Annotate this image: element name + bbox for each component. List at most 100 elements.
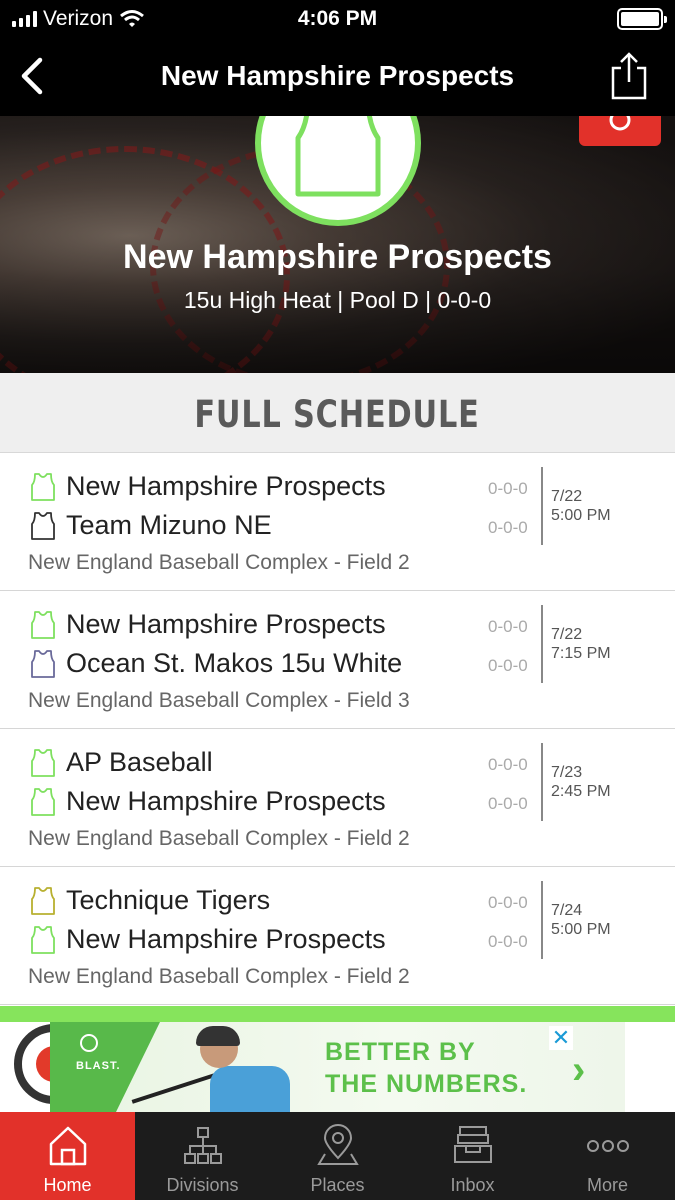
tab-inbox[interactable]: Inbox [405,1112,540,1200]
team-name: New Hampshire Prospects [66,924,386,954]
tab-bar: Home Divisions Places Inbox More [0,1112,675,1200]
back-button[interactable] [14,56,54,96]
game-venue: New England Baseball Complex - Field 2 [28,965,410,988]
game-date: 7/24 [551,902,583,919]
battery-icon [617,8,667,30]
game-time: 2:45 PM [551,783,611,800]
home-team: AP Baseball [30,747,213,778]
tab-label: Places [310,1175,365,1195]
schedule-list: New Hampshire Prospects Team Mizuno NE 0… [0,453,675,1005]
team-name: Team Mizuno NE [66,510,272,540]
game-date: 7/22 [551,488,583,505]
divider [0,1006,675,1022]
team-name: New Hampshire Prospects [66,471,386,501]
tab-home[interactable]: Home [0,1112,135,1200]
game-date: 7/23 [551,764,583,781]
team-hero: New Hampshire Prospects 15u High Heat | … [0,116,675,373]
team-record: 0-0-0 [488,617,528,636]
game-datetime: 7/24 5:00 PM [551,901,611,939]
home-team: Technique Tigers [30,885,270,916]
divider [541,881,543,959]
golfer-image [210,1066,290,1112]
tab-label: More [586,1175,628,1195]
inbox-icon [454,1126,492,1163]
jersey-icon [31,886,55,915]
navigation-bar: New Hampshire Prospects [0,38,675,116]
home-team: New Hampshire Prospects [30,609,386,640]
tab-more[interactable]: More [540,1112,675,1200]
ad-banner[interactable]: BLAST. BETTER BY THE NUMBERS. › ✕ [50,1022,625,1112]
ad-brand: BLAST. [76,1060,121,1072]
schedule-header: FULL SCHEDULE [0,373,675,453]
away-team: Ocean St. Makos 15u White [30,648,402,679]
game-row[interactable]: Technique Tigers New Hampshire Prospects… [0,867,675,1005]
game-datetime: 7/23 2:45 PM [551,763,611,801]
home-icon [49,1126,87,1166]
team-name: Technique Tigers [66,885,271,915]
game-time: 5:00 PM [551,507,611,524]
divisions-icon [184,1127,222,1164]
divider [541,605,543,683]
jersey-icon [295,116,381,197]
jersey-icon [31,748,55,777]
game-datetime: 7/22 5:00 PM [551,487,611,525]
away-team: New Hampshire Prospects [30,786,386,817]
app-screen: Verizon 4:06 PM New Hampshire Prospects [0,0,675,1200]
game-venue: New England Baseball Complex - Field 2 [28,551,410,574]
instagram-button[interactable] [579,116,661,146]
share-button[interactable] [609,52,649,100]
jersey-icon [31,649,55,678]
jersey-icon [31,787,55,816]
chevron-right-icon: › [572,1048,586,1092]
team-record: 0-0-0 [488,656,528,675]
more-icon [587,1140,629,1152]
ad-line-1: BETTER BY [325,1038,476,1066]
jersey-icon [31,511,55,540]
game-row[interactable]: New Hampshire Prospects Team Mizuno NE 0… [0,453,675,591]
jersey-icon [31,610,55,639]
jersey-icon [31,925,55,954]
tab-places[interactable]: Places [270,1112,405,1200]
game-venue: New England Baseball Complex - Field 2 [28,827,410,850]
team-name: New Hampshire Prospects [66,786,386,816]
game-time: 5:00 PM [551,921,611,938]
team-name: Ocean St. Makos 15u White [66,648,403,678]
close-ad-button[interactable]: ✕ [549,1026,573,1050]
home-team: New Hampshire Prospects [30,471,386,502]
divider [541,743,543,821]
team-record: 0-0-0 [488,518,528,537]
places-icon [317,1124,359,1165]
team-division-record: 15u High Heat | Pool D | 0-0-0 [183,287,492,313]
game-venue: New England Baseball Complex - Field 3 [28,689,410,712]
game-time: 7:15 PM [551,645,611,662]
team-name: AP Baseball [66,747,213,777]
status-bar: Verizon 4:06 PM [0,0,675,38]
team-record: 0-0-0 [488,794,528,813]
team-record: 0-0-0 [488,479,528,498]
tab-divisions[interactable]: Divisions [135,1112,270,1200]
team-record: 0-0-0 [488,893,528,912]
team-name: New Hampshire Prospects [123,238,552,276]
golf-club-image [131,1072,219,1104]
tab-label: Divisions [166,1175,239,1195]
page-title: New Hampshire Prospects [160,60,515,91]
divider [541,467,543,545]
away-team: New Hampshire Prospects [30,924,386,955]
game-row[interactable]: New Hampshire Prospects Ocean St. Makos … [0,591,675,729]
team-record: 0-0-0 [488,755,528,774]
game-row[interactable]: AP Baseball New Hampshire Prospects 0-0-… [0,729,675,867]
away-team: Team Mizuno NE [30,510,272,541]
game-date: 7/22 [551,626,583,643]
jersey-icon [31,472,55,501]
clock: 4:06 PM [297,7,378,30]
team-name: New Hampshire Prospects [66,609,386,639]
blast-logo-icon [80,1034,98,1052]
ad-line-2: THE NUMBERS. [325,1070,528,1098]
tab-label: Inbox [450,1175,495,1195]
ad-area: BLAST. BETTER BY THE NUMBERS. › ✕ [0,1022,675,1112]
tab-label: Home [43,1175,92,1195]
ad-headline: BETTER BY THE NUMBERS. [325,1036,527,1100]
game-datetime: 7/22 7:15 PM [551,625,611,663]
instagram-icon [609,116,631,131]
schedule-title: FULL SCHEDULE [194,393,481,436]
